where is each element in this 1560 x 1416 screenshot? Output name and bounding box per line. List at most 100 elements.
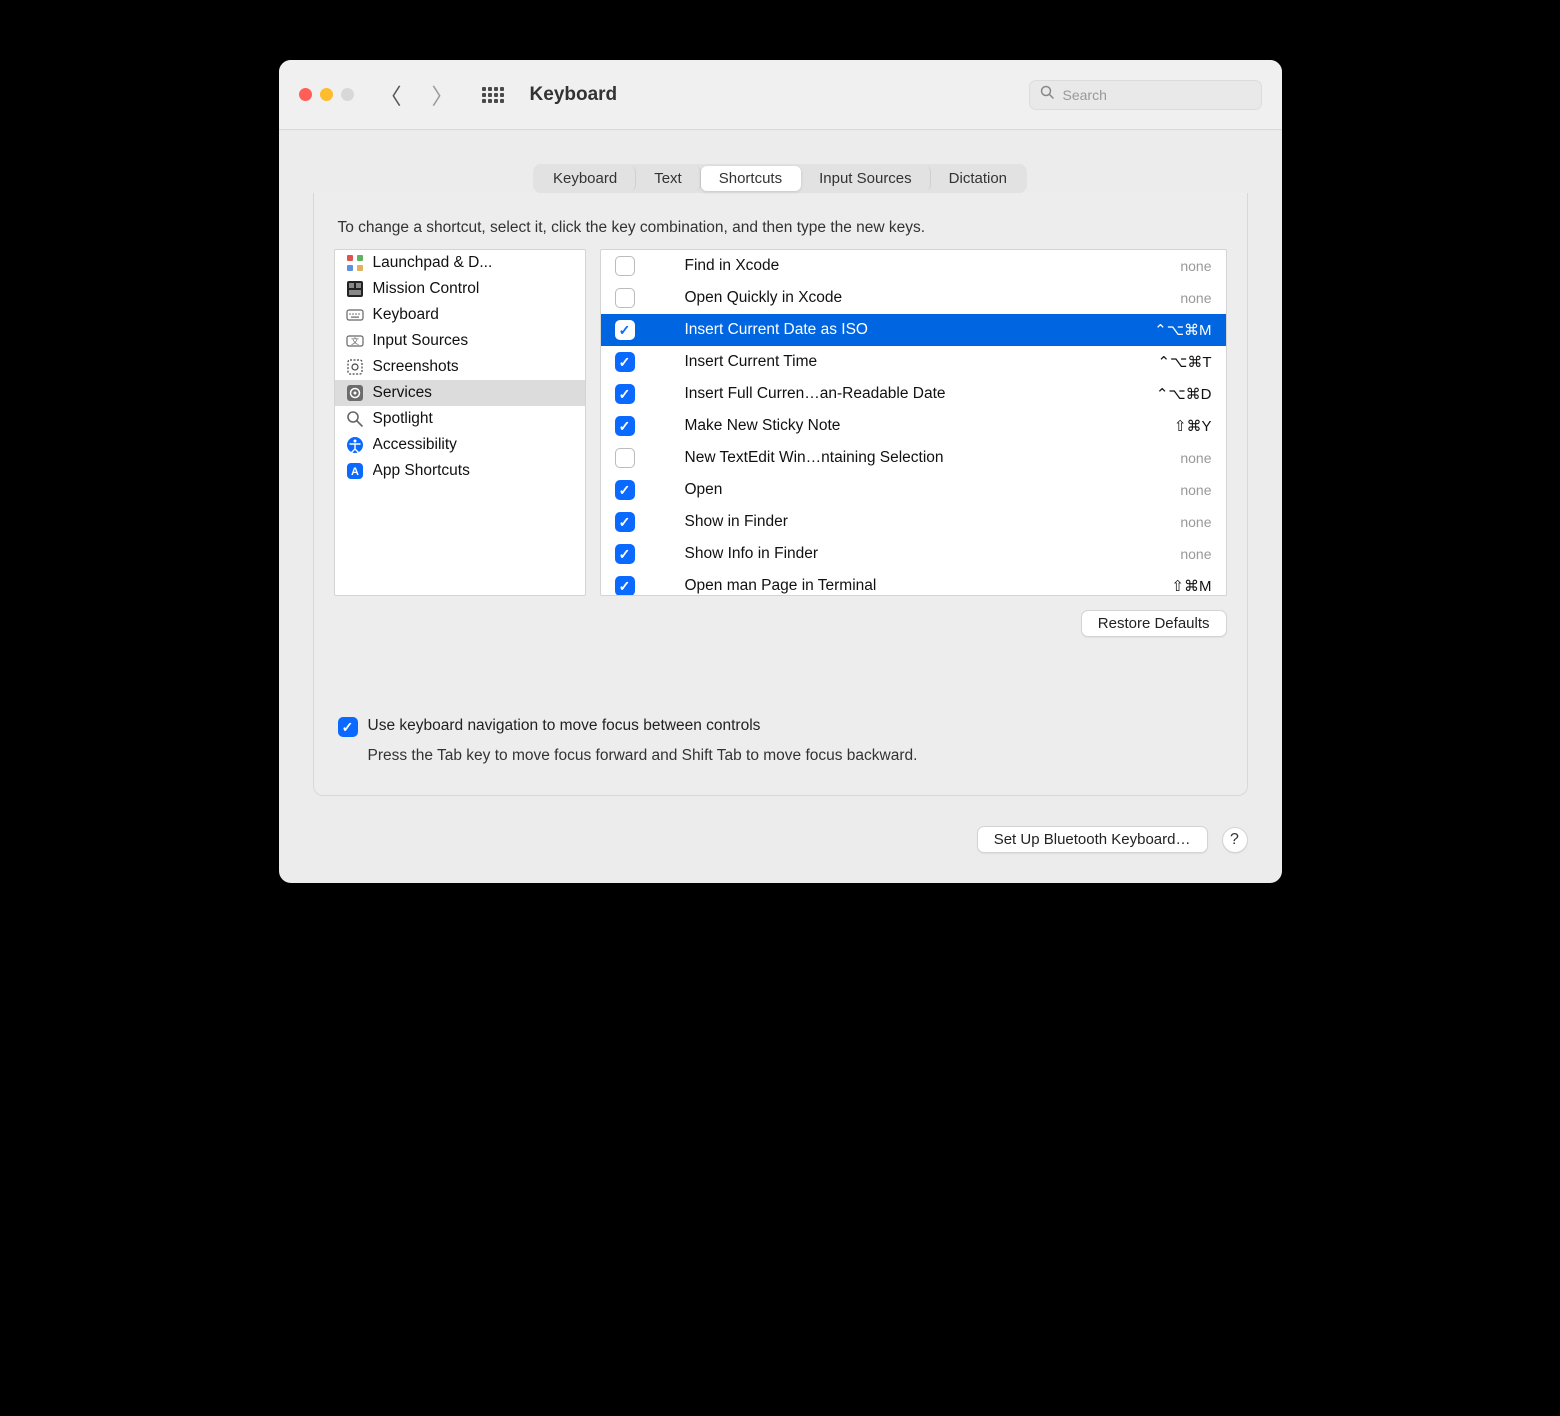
shortcut-row[interactable]: Make New Sticky Note⇧⌘Y [601,410,1226,442]
appshortcuts-icon: A [345,461,365,481]
split: Launchpad & D...Mission ControlKeyboard文… [334,249,1227,596]
sidebar-item-services[interactable]: Services [335,380,585,406]
shortcut-checkbox[interactable] [615,256,635,276]
titlebar: 〈 〉 Keyboard [279,60,1282,130]
sidebar-item-input[interactable]: 文 Input Sources [335,328,585,354]
shortcut-checkbox[interactable] [615,384,635,404]
sidebar-item-label: Input Sources [373,332,469,350]
shortcut-list[interactable]: Find in XcodenoneOpen Quickly in Xcodeno… [600,249,1227,596]
tab-keyboard[interactable]: Keyboard [535,166,636,191]
tab-input-sources[interactable]: Input Sources [801,166,931,191]
shortcut-row[interactable]: Open man Page in Terminal⇧⌘M [601,570,1226,596]
tab-dictation[interactable]: Dictation [931,166,1025,191]
sidebar-item-spotlight[interactable]: Spotlight [335,406,585,432]
shortcut-checkbox[interactable] [615,320,635,340]
shortcut-keys[interactable]: ⇧⌘Y [1174,417,1212,435]
sidebar-item-label: Services [373,384,432,402]
restore-defaults-button[interactable]: Restore Defaults [1081,610,1227,637]
keyboard-nav-option: Use keyboard navigation to move focus be… [334,717,1227,737]
zoom-button[interactable] [341,88,354,101]
svg-text:A: A [351,466,359,478]
shortcut-row[interactable]: New TextEdit Win…ntaining Selectionnone [601,442,1226,474]
shortcut-keys[interactable]: none [1180,514,1211,530]
mission-icon [345,279,365,299]
shortcut-label: Insert Current Date as ISO [685,321,1155,339]
tab-shortcuts[interactable]: Shortcuts [701,166,801,191]
sidebar-item-appshortcuts[interactable]: A App Shortcuts [335,458,585,484]
shortcut-checkbox[interactable] [615,288,635,308]
shortcut-row[interactable]: Open Quickly in Xcodenone [601,282,1226,314]
keyboard-nav-sublabel: Press the Tab key to move focus forward … [368,747,1227,765]
show-all-icon[interactable] [482,87,504,103]
window-title: Keyboard [530,84,1029,106]
keyboard-nav-checkbox[interactable] [338,717,358,737]
shortcut-label: Show Info in Finder [685,545,1181,563]
shortcut-row[interactable]: Insert Current Date as ISO⌃⌥⌘M [601,314,1226,346]
help-button[interactable]: ? [1222,827,1248,853]
keyboard-icon [345,305,365,325]
shortcut-keys[interactable]: ⌃⌥⌘M [1154,321,1211,339]
shortcut-label: Find in Xcode [685,257,1181,275]
tabs: KeyboardTextShortcutsInput SourcesDictat… [533,164,1027,193]
shortcut-keys[interactable]: ⌃⌥⌘T [1157,353,1211,371]
minimize-button[interactable] [320,88,333,101]
shortcut-row[interactable]: Insert Current Time⌃⌥⌘T [601,346,1226,378]
shortcut-keys[interactable]: none [1180,482,1211,498]
nav-arrows: 〈 〉 [380,79,454,111]
keyboard-nav-label: Use keyboard navigation to move focus be… [368,717,761,735]
shortcut-label: Make New Sticky Note [685,417,1174,435]
sidebar-item-launchpad[interactable]: Launchpad & D... [335,250,585,276]
shortcut-checkbox[interactable] [615,480,635,500]
tab-text[interactable]: Text [636,166,701,191]
svg-text:文: 文 [351,336,359,346]
shortcut-label: Insert Current Time [685,353,1158,371]
sidebar-item-keyboard[interactable]: Keyboard [335,302,585,328]
shortcut-row[interactable]: Find in Xcodenone [601,250,1226,282]
shortcut-keys[interactable]: none [1180,290,1211,306]
input-icon: 文 [345,331,365,351]
close-button[interactable] [299,88,312,101]
shortcut-row[interactable]: Insert Full Curren…an-Readable Date⌃⌥⌘D [601,378,1226,410]
instruction-text: To change a shortcut, select it, click t… [334,219,1227,237]
shortcut-checkbox[interactable] [615,544,635,564]
sidebar-item-label: Screenshots [373,358,459,376]
shortcut-keys[interactable]: none [1180,258,1211,274]
back-button[interactable]: 〈 [380,79,402,111]
shortcut-keys[interactable]: none [1180,450,1211,466]
shortcut-row[interactable]: Show in Findernone [601,506,1226,538]
shortcut-label: Insert Full Curren…an-Readable Date [685,385,1156,403]
shortcut-checkbox[interactable] [615,416,635,436]
launchpad-icon [345,253,365,273]
shortcut-checkbox[interactable] [615,352,635,372]
shortcut-checkbox[interactable] [615,448,635,468]
shortcut-checkbox[interactable] [615,512,635,532]
sidebar-item-label: Launchpad & D... [373,254,493,272]
shortcut-keys[interactable]: ⌃⌥⌘D [1156,385,1212,403]
setup-bluetooth-button[interactable]: Set Up Bluetooth Keyboard… [977,826,1208,853]
sidebar-item-label: App Shortcuts [373,462,470,480]
shortcut-label: Open [685,481,1181,499]
traffic-lights [299,88,354,101]
search-icon [1040,85,1055,104]
shortcut-keys[interactable]: ⇧⌘M [1171,577,1211,595]
tabs-container: KeyboardTextShortcutsInput SourcesDictat… [279,130,1282,193]
search-field[interactable] [1029,80,1262,110]
shortcut-row[interactable]: Opennone [601,474,1226,506]
sidebar-item-screenshot[interactable]: Screenshots [335,354,585,380]
shortcut-label: Show in Finder [685,513,1181,531]
category-sidebar[interactable]: Launchpad & D...Mission ControlKeyboard文… [334,249,586,596]
sidebar-item-accessibility[interactable]: Accessibility [335,432,585,458]
panel: To change a shortcut, select it, click t… [313,193,1248,796]
sidebar-item-label: Spotlight [373,410,433,428]
shortcut-checkbox[interactable] [615,576,635,596]
shortcut-row[interactable]: Show Info in Findernone [601,538,1226,570]
sidebar-item-mission[interactable]: Mission Control [335,276,585,302]
screenshot-icon [345,357,365,377]
search-input[interactable] [1063,87,1251,103]
restore-row: Restore Defaults [334,610,1227,637]
shortcut-keys[interactable]: none [1180,546,1211,562]
sidebar-item-label: Accessibility [373,436,457,454]
shortcut-label: Open man Page in Terminal [685,577,1172,595]
services-icon [345,383,365,403]
sidebar-item-label: Mission Control [373,280,480,298]
